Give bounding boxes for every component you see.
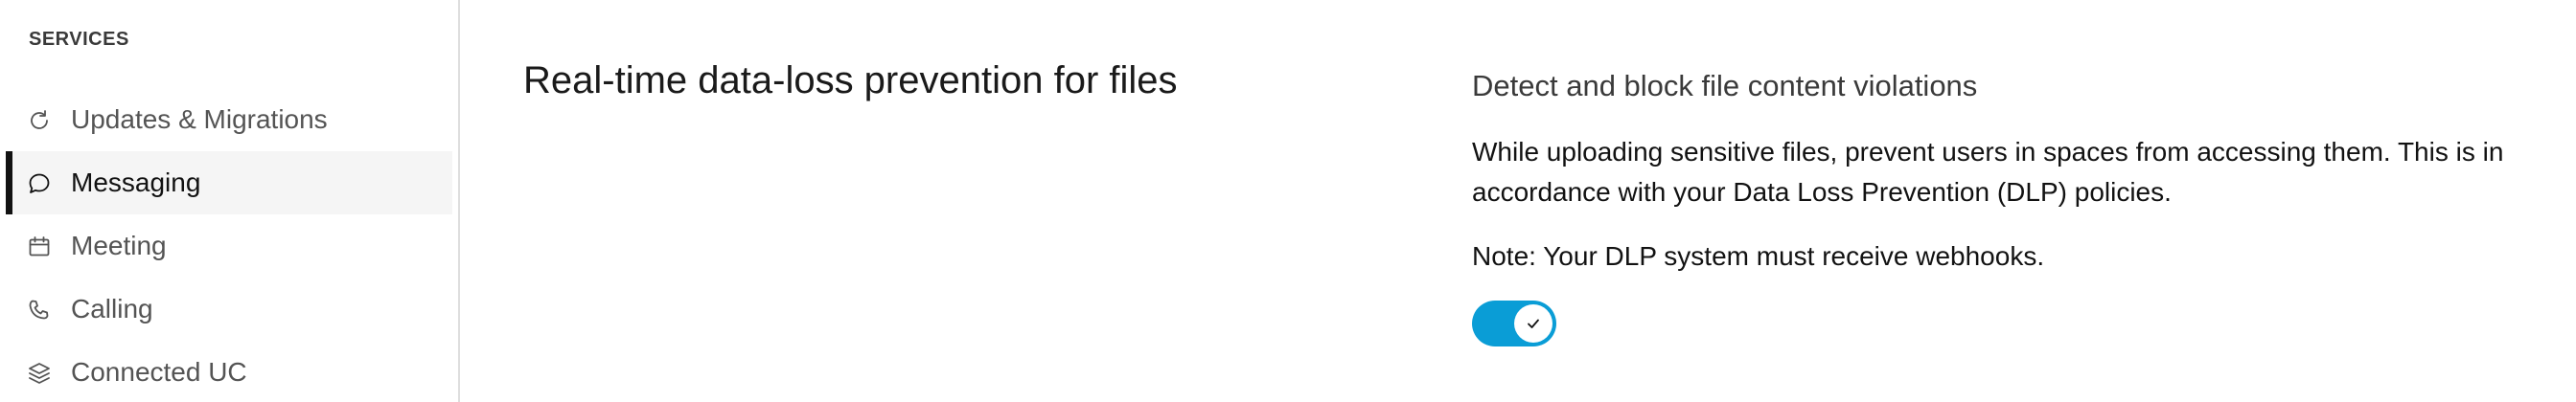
sidebar-item-label: Meeting — [71, 231, 167, 260]
sidebar-item-meeting[interactable]: Meeting — [6, 214, 452, 278]
chat-bubble-icon — [27, 171, 52, 196]
sidebar-nav: Updates & Migrations Messaging Meeting C… — [6, 88, 452, 402]
sidebar-item-label: Connected UC — [71, 357, 247, 387]
sidebar-section-header: SERVICES — [29, 29, 129, 50]
setting-details: Detect and block file content violations… — [1472, 67, 2564, 346]
setting-note: Note: Your DLP system must receive webho… — [1472, 241, 2045, 271]
checkmark-icon — [1525, 315, 1542, 332]
calendar-icon — [27, 234, 52, 259]
sidebar-item-messaging[interactable]: Messaging — [6, 151, 452, 214]
sidebar-item-label: Updates & Migrations — [71, 104, 328, 134]
layers-icon — [27, 361, 52, 386]
setting-heading: Detect and block file content violations — [1472, 69, 1978, 102]
sidebar-item-label: Messaging — [71, 168, 201, 197]
dlp-toggle-switch[interactable] — [1472, 301, 1556, 346]
refresh-icon — [27, 108, 52, 133]
sidebar-item-updates-migrations[interactable]: Updates & Migrations — [6, 88, 452, 151]
setting-description: While uploading sensitive files, prevent… — [1472, 137, 2504, 207]
toggle-knob — [1514, 304, 1552, 343]
sidebar: SERVICES Updates & Migrations Messaging … — [0, 0, 460, 402]
app-root: SERVICES Updates & Migrations Messaging … — [0, 0, 2576, 402]
main-content: Real-time data-loss prevention for files… — [460, 0, 2576, 402]
sidebar-item-calling[interactable]: Calling — [6, 278, 452, 341]
setting-title: Real-time data-loss prevention for files — [523, 59, 1178, 101]
phone-icon — [27, 298, 52, 323]
sidebar-item-label: Calling — [71, 294, 153, 324]
sidebar-item-connected-uc[interactable]: Connected UC — [6, 341, 452, 402]
